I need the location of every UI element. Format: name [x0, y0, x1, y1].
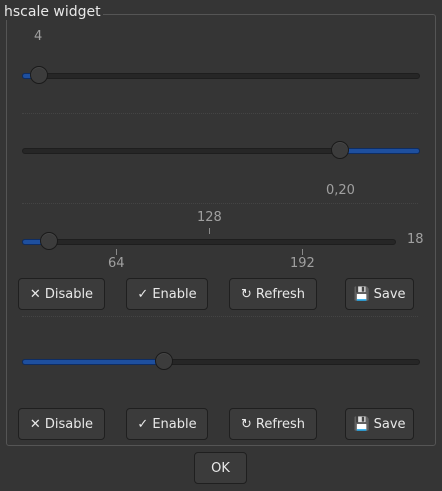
frame-title: hscale widget — [4, 4, 103, 20]
refresh-icon: ↻ — [241, 286, 252, 302]
enable-button[interactable]: ✓ Enable — [126, 278, 208, 310]
scale-3-mark-tick — [209, 228, 210, 234]
enable-button-label: Enable — [152, 416, 197, 432]
refresh-button[interactable]: ↻ Refresh — [229, 278, 317, 310]
separator — [22, 203, 418, 205]
scale-4-fill — [22, 359, 166, 365]
disable-button[interactable]: ✕ Disable — [18, 278, 105, 310]
refresh-button-label: Refresh — [255, 416, 305, 432]
scale-2-fill — [340, 148, 420, 154]
scale-1-trough[interactable] — [22, 73, 420, 79]
save-button[interactable]: 💾 Save — [345, 408, 414, 440]
enable-button[interactable]: ✓ Enable — [126, 408, 208, 440]
ok-button[interactable]: OK — [194, 452, 247, 484]
save-button-label: Save — [373, 286, 406, 302]
scale-3-trough[interactable] — [22, 239, 396, 245]
scale-3-mark-label: 64 — [108, 256, 125, 271]
refresh-button-label: Refresh — [255, 286, 305, 302]
check-icon: ✓ — [137, 416, 149, 432]
scale-3-value: 18 — [407, 232, 424, 247]
ok-button-label: OK — [211, 460, 230, 476]
scale-3-mark-label: 128 — [197, 210, 222, 225]
scale-3-mark-label: 192 — [290, 256, 315, 271]
scale-3-mark-tick — [302, 249, 303, 255]
save-icon: 💾 — [353, 416, 370, 432]
close-icon: ✕ — [29, 416, 41, 432]
save-button-label: Save — [373, 416, 406, 432]
scale-3-knob[interactable] — [40, 232, 58, 250]
disable-button[interactable]: ✕ Disable — [18, 408, 105, 440]
disable-button-label: Disable — [44, 286, 94, 302]
scale-2-knob[interactable] — [331, 141, 349, 159]
disable-button-label: Disable — [44, 416, 94, 432]
save-button[interactable]: 💾 Save — [345, 278, 414, 310]
separator — [22, 316, 418, 318]
close-icon: ✕ — [29, 286, 41, 302]
refresh-button[interactable]: ↻ Refresh — [229, 408, 317, 440]
scale-1-knob[interactable] — [30, 66, 48, 84]
scale-3-mark-tick — [116, 249, 117, 255]
separator — [22, 113, 418, 115]
check-icon: ✓ — [137, 286, 149, 302]
scale-4-knob[interactable] — [155, 352, 173, 370]
save-icon: 💾 — [353, 286, 370, 302]
refresh-icon: ↻ — [241, 416, 252, 432]
enable-button-label: Enable — [152, 286, 197, 302]
scale-1-value: 4 — [34, 29, 43, 44]
scale-2-value: 0,20 — [326, 183, 355, 198]
